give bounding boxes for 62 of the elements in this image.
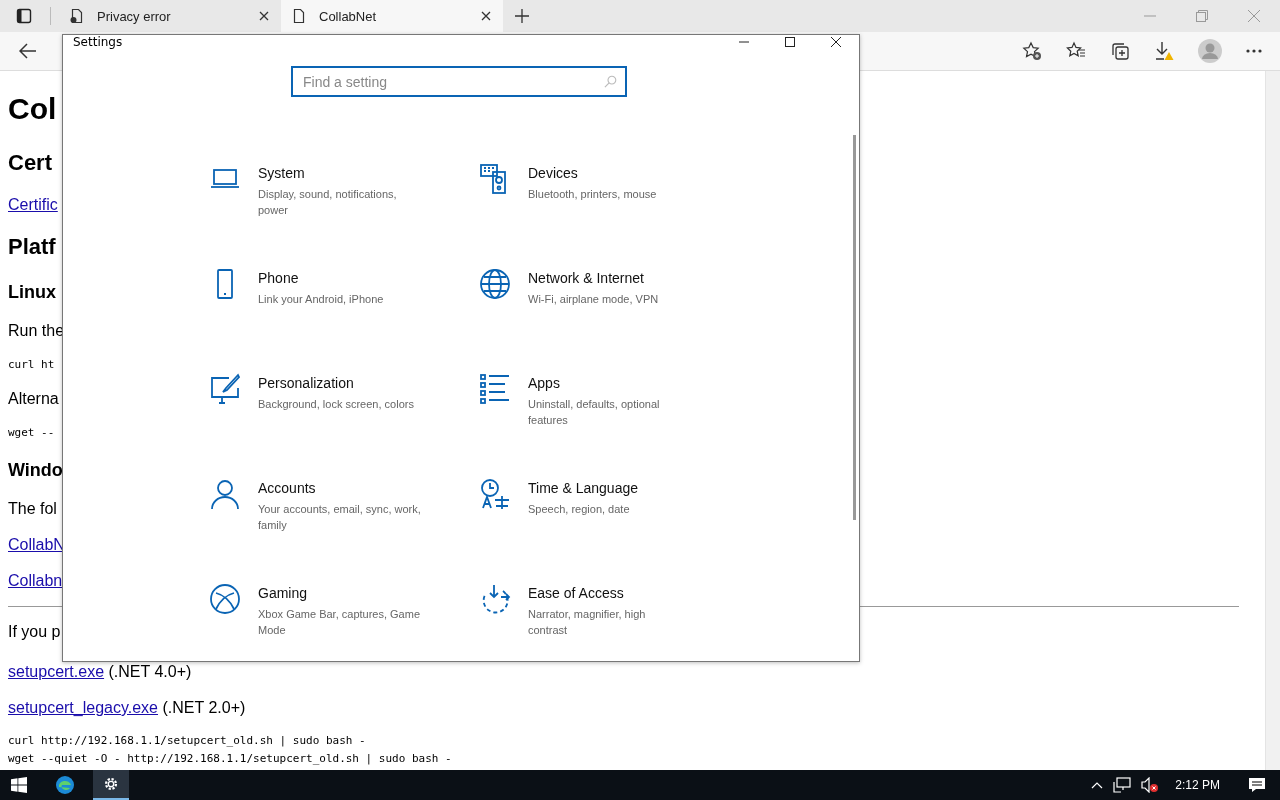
link[interactable]: Collabn xyxy=(8,572,63,589)
paragraph-text: Alterna xyxy=(8,390,59,407)
settings-category[interactable]: System Display, sound, notifications, power xyxy=(209,165,479,270)
subsection-heading: Windo xyxy=(8,459,63,482)
clock-time[interactable]: 2:12 PM xyxy=(1175,778,1220,792)
tab-actions-icon[interactable] xyxy=(16,8,32,24)
settings-category[interactable]: Network & Internet Wi-Fi, airplane mode, VPN xyxy=(479,270,749,375)
download-link[interactable]: setupcert.exe xyxy=(8,663,105,680)
download-line: setupcert_legacy.exe (.NET 2.0+) xyxy=(8,699,246,716)
new-tab-icon[interactable] xyxy=(515,9,529,23)
code-line: curl http://192.168.1.1/setupcert_old.sh | sudo bash - xyxy=(8,733,367,749)
person-icon xyxy=(209,478,241,510)
section-heading: Platf xyxy=(8,233,56,261)
close-icon[interactable] xyxy=(481,11,491,21)
page-icon xyxy=(291,8,307,24)
profile-avatar-icon[interactable] xyxy=(1198,39,1222,63)
link[interactable]: Certific xyxy=(8,196,58,213)
settings-category[interactable]: Apps Uninstall, defaults, optional features xyxy=(479,375,749,480)
section-heading: Cert xyxy=(8,149,52,177)
page-heading: Col xyxy=(8,91,57,127)
settings-category[interactable]: Time & Language Speech, region, date xyxy=(479,480,749,585)
download-warning-icon[interactable] xyxy=(1154,41,1174,61)
subsection-heading: Linux xyxy=(8,281,56,304)
chevron-up-icon[interactable] xyxy=(1091,781,1104,789)
scrollbar[interactable] xyxy=(1265,71,1280,770)
code-line: curl ht xyxy=(8,358,55,371)
settings-category[interactable]: Devices Bluetooth, printers, mouse xyxy=(479,165,749,270)
back-arrow-icon[interactable] xyxy=(19,43,37,59)
settings-category[interactable]: Gaming Xbox Game Bar, captures, Game Mode xyxy=(209,585,479,690)
download-line: setupcert.exe (.NET 4.0+) xyxy=(8,663,192,680)
search-icon xyxy=(604,75,617,88)
page-warning-icon xyxy=(69,8,85,24)
window-title: Settings xyxy=(73,35,123,49)
collections-icon[interactable] xyxy=(1110,41,1130,61)
list-icon xyxy=(479,373,511,405)
search-field[interactable]: Find a setting xyxy=(291,66,627,97)
paragraph-text: If you p xyxy=(8,623,61,640)
paintbrush-monitor-icon xyxy=(209,373,241,405)
network-icon[interactable] xyxy=(1113,777,1132,793)
star-plus-icon[interactable] xyxy=(1022,41,1042,61)
xbox-icon xyxy=(209,583,241,615)
browser-tab[interactable]: Privacy error xyxy=(59,0,281,32)
settings-category[interactable]: Phone Link your Android, iPhone xyxy=(209,270,479,375)
code-line: wget --quiet -O - http://192.168.1.1/setupcert_old.sh | sudo bash - xyxy=(8,751,453,767)
browser-tab[interactable]: CollabNet xyxy=(281,0,503,32)
close-icon[interactable] xyxy=(259,11,269,21)
clock-language-icon xyxy=(479,478,511,510)
settings-category[interactable]: Ease of Access Narrator, magnifier, high contrast xyxy=(479,585,749,690)
start-icon[interactable] xyxy=(11,777,27,793)
scrollbar[interactable] xyxy=(853,135,856,520)
more-icon[interactable] xyxy=(1246,49,1262,53)
maximize-icon[interactable] xyxy=(784,36,796,48)
settings-category[interactable]: Accounts Your accounts, email, sync, work, family xyxy=(209,480,479,585)
paragraph-text: The fol xyxy=(8,500,57,517)
settings-app-icon[interactable] xyxy=(93,770,129,800)
settings-category[interactable]: Personalization Background, lock screen, colors xyxy=(209,375,479,480)
notification-icon[interactable] xyxy=(1248,777,1266,793)
code-line: wget -- xyxy=(8,426,55,439)
globe-icon xyxy=(479,268,511,300)
muted-speaker-icon[interactable] xyxy=(1141,777,1160,793)
close-icon[interactable] xyxy=(830,36,842,48)
download-link[interactable]: setupcert_legacy.exe xyxy=(8,699,158,716)
